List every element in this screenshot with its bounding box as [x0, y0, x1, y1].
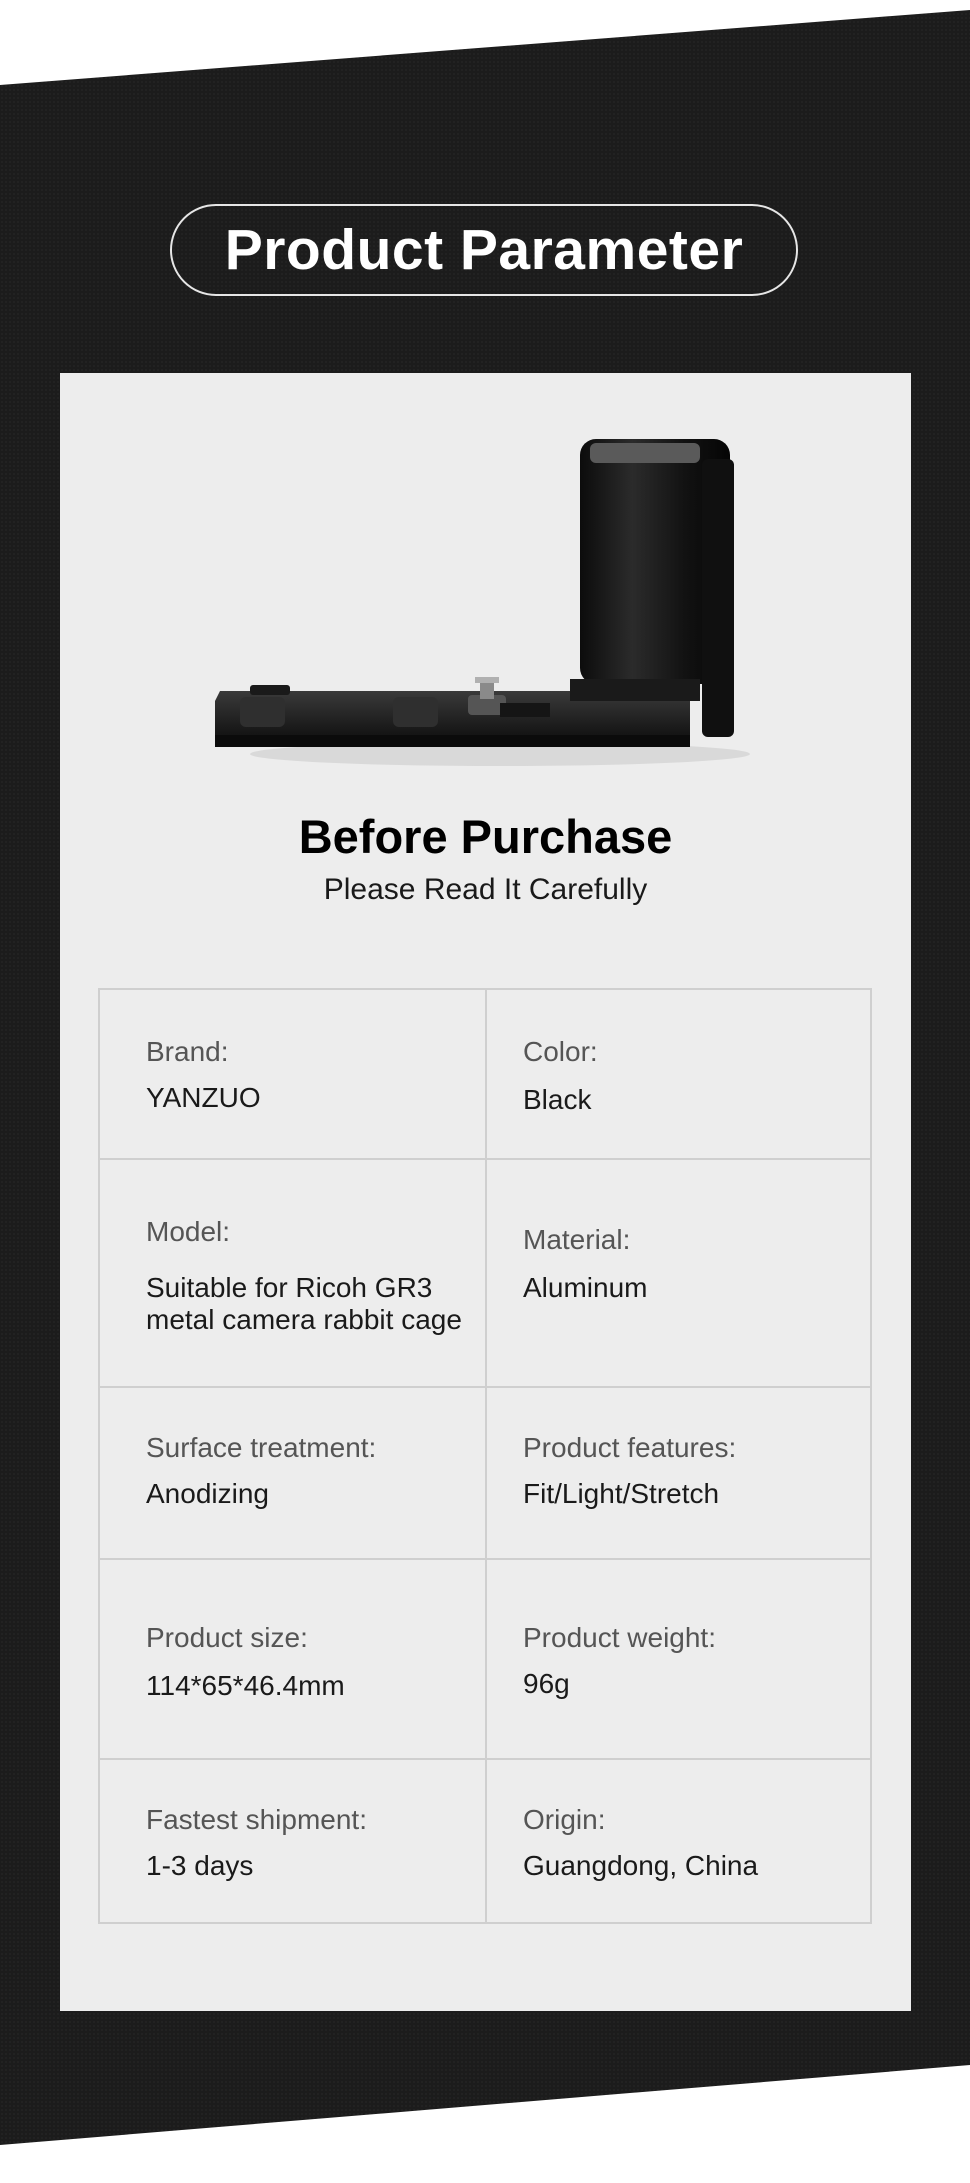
spec-label: Product features:	[523, 1432, 737, 1463]
spec-cell: Brand: YANZUO	[100, 990, 485, 1158]
spec-row: Product size: 114*65*46.4mm Product weig…	[100, 1558, 870, 1760]
spec-label: Model:	[146, 1216, 231, 1247]
spec-cell: Material: Aluminum	[487, 1160, 872, 1388]
spec-value: Suitable for Ricoh GR3 metal camera rabb…	[146, 1272, 462, 1335]
spec-cell: Surface treatment: Anodizing	[100, 1388, 485, 1560]
before-purchase-subtitle: Please Read It Carefully	[323, 873, 648, 906]
spec-row: Surface treatment: Anodizing Product fea…	[100, 1386, 870, 1560]
spec-cell: Product weight: 96g	[487, 1560, 872, 1760]
spec-value: YANZUO	[146, 1082, 261, 1113]
spec-value: 1-3 days	[146, 1850, 254, 1881]
spec-label: Fastest shipment:	[146, 1804, 367, 1835]
page-title: Product Parameter	[170, 204, 798, 296]
spec-value: 114*65*46.4mm	[146, 1670, 345, 1701]
spec-cell: Model: Suitable for Ricoh GR3 metal came…	[100, 1160, 485, 1388]
spec-cell: Product size: 114*65*46.4mm	[100, 1560, 485, 1760]
spec-cell: Product features: Fit/Light/Stretch	[487, 1388, 872, 1560]
spec-cell: Fastest shipment: 1-3 days	[100, 1760, 485, 1924]
spec-label: Product size:	[146, 1622, 308, 1653]
spec-value: Black	[523, 1084, 592, 1115]
spec-label: Color:	[523, 1036, 598, 1067]
before-purchase-title: Before Purchase	[298, 810, 673, 863]
spec-label: Surface treatment:	[146, 1432, 377, 1463]
spec-row: Fastest shipment: 1-3 days Origin: Guang…	[100, 1758, 870, 1924]
spec-label: Material:	[523, 1224, 631, 1255]
spec-label: Brand:	[146, 1036, 229, 1067]
spec-row: Brand: YANZUO Color: Black	[100, 990, 870, 1158]
spec-cell: Origin: Guangdong, China	[487, 1760, 872, 1924]
spec-row: Model: Suitable for Ricoh GR3 metal came…	[100, 1158, 870, 1388]
spec-value: Aluminum	[523, 1272, 648, 1303]
spec-label: Product weight:	[523, 1622, 716, 1653]
spec-card: Before Purchase Please Read It Carefully…	[60, 373, 911, 2011]
spec-label: Origin:	[523, 1804, 606, 1835]
camera-grip-product-image	[215, 439, 750, 766]
spec-value: 96g	[523, 1668, 570, 1699]
spec-value: Fit/Light/Stretch	[523, 1478, 720, 1509]
spec-value: Guangdong, China	[523, 1850, 759, 1881]
spec-value: Anodizing	[146, 1478, 269, 1509]
spec-table: Brand: YANZUO Color: Black Model: Suitab…	[98, 988, 872, 1924]
spec-cell: Color: Black	[487, 990, 872, 1158]
